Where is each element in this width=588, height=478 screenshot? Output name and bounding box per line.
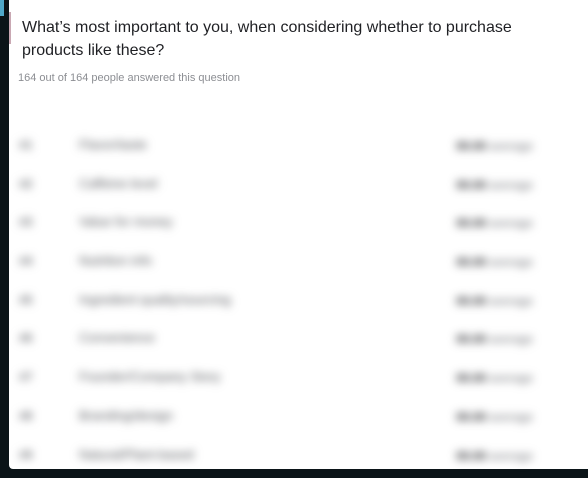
score-unit: average xyxy=(489,293,533,308)
ranking-row: #5 Ingredient quality/sourcing 00.00 avera… xyxy=(9,283,588,322)
ranking-row: #1 Flavor/taste 00.00 average xyxy=(9,128,588,167)
score-value: 00.00 xyxy=(456,371,487,386)
score-value: 00.00 xyxy=(456,255,487,270)
score-value: 00.00 xyxy=(456,216,487,231)
rank-number: #5 xyxy=(19,292,33,307)
card-accent-bar xyxy=(9,12,11,44)
rank-number: #6 xyxy=(19,331,33,346)
ranking-row: #6 Convenience 00.00 average xyxy=(9,321,588,360)
score-value: 00.00 xyxy=(456,293,487,308)
rank-number: #2 xyxy=(19,176,33,191)
option-label: Natural/Plant-based xyxy=(79,446,194,462)
average-score: 00.00 average xyxy=(456,255,533,269)
average-score: 00.00 average xyxy=(456,139,533,153)
average-score: 00.00 average xyxy=(456,294,533,308)
option-label: Founder/Company Story xyxy=(79,369,221,385)
ranking-row: #2 Caffeine level 00.00 average xyxy=(9,167,588,206)
question-title: What’s most important to you, when consi… xyxy=(22,19,512,59)
score-unit: average xyxy=(489,177,533,192)
average-score: 00.00 average xyxy=(456,178,533,192)
ranking-row: #4 Nutrition info 00.00 average xyxy=(9,244,588,283)
score-value: 00.00 xyxy=(456,409,487,424)
score-unit: average xyxy=(489,448,533,463)
rank-number: #7 xyxy=(19,370,33,385)
score-unit: average xyxy=(489,371,533,386)
ranking-row: #8 Branding/design 00.00 average xyxy=(9,399,588,438)
average-score: 00.00 average xyxy=(456,216,533,230)
option-label: Nutrition info xyxy=(79,253,152,269)
rank-number: #4 xyxy=(19,254,33,269)
average-score: 00.00 average xyxy=(456,449,533,463)
score-unit: average xyxy=(489,139,533,153)
option-label: Caffeine level xyxy=(79,175,158,191)
score-unit: average xyxy=(489,255,533,270)
score-value: 00.00 xyxy=(456,448,487,463)
rank-number: #3 xyxy=(19,215,33,230)
score-unit: average xyxy=(489,216,533,231)
ranking-list: #1 Flavor/taste 00.00 average #2 Caffeine le… xyxy=(9,128,588,476)
option-label: Value for money xyxy=(79,214,173,230)
average-score: 00.00 average xyxy=(456,371,533,385)
response-count: 164 out of 164 people answered this ques… xyxy=(18,72,240,84)
average-score: 00.00 average xyxy=(456,410,533,424)
option-label: Flavor/taste xyxy=(79,137,147,152)
option-label: Convenience xyxy=(79,330,155,346)
rank-number: #9 xyxy=(19,447,33,462)
option-label: Ingredient quality/sourcing xyxy=(79,291,231,307)
ranking-row: #7 Founder/Company Story 00.00 average xyxy=(9,360,588,399)
score-unit: average xyxy=(489,332,533,347)
rank-number: #1 xyxy=(19,138,33,152)
ranking-row: #3 Value for money 00.00 average xyxy=(9,205,588,244)
window-frame: What’s most important to you, when consi… xyxy=(0,0,588,478)
ranking-row: #9 Natural/Plant-based 00.00 average xyxy=(9,438,588,477)
edge-accent xyxy=(0,0,4,16)
rank-number: #8 xyxy=(19,408,33,423)
score-value: 00.00 xyxy=(456,332,487,347)
score-value: 00.00 xyxy=(456,139,487,153)
score-unit: average xyxy=(489,409,533,424)
option-label: Branding/design xyxy=(79,407,173,423)
score-value: 00.00 xyxy=(456,177,487,192)
average-score: 00.00 average xyxy=(456,332,533,346)
question-card: What’s most important to you, when consi… xyxy=(9,0,588,469)
